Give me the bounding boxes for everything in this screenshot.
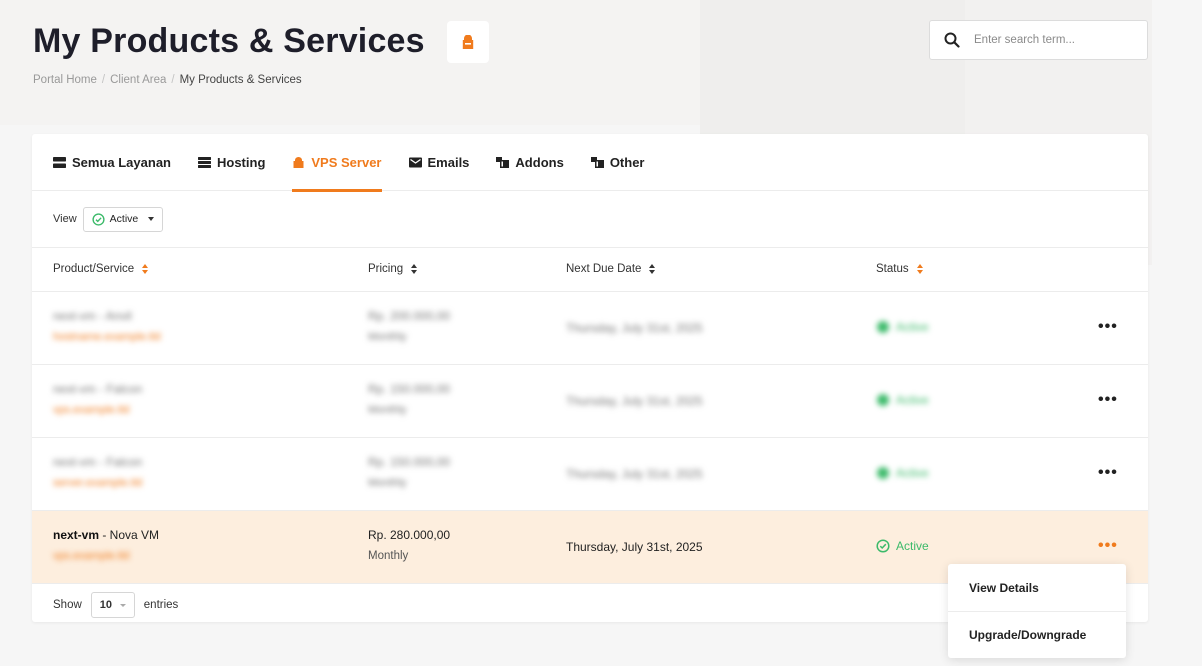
envelope-icon bbox=[408, 157, 422, 167]
row-actions-button[interactable]: ••• bbox=[1098, 318, 1118, 336]
servers-icon bbox=[53, 156, 66, 168]
row-actions-button[interactable]: ••• bbox=[1098, 464, 1118, 482]
server-icon bbox=[198, 156, 211, 168]
breadcrumb-client-area[interactable]: Client Area bbox=[110, 74, 166, 86]
cubes-icon bbox=[496, 156, 510, 168]
view-filter-select[interactable]: Active bbox=[82, 206, 164, 232]
check-circle-icon bbox=[877, 467, 889, 479]
column-header-due-date[interactable]: Next Due Date bbox=[566, 263, 656, 275]
search-icon[interactable] bbox=[944, 32, 960, 48]
breadcrumb-current: My Products & Services bbox=[179, 74, 302, 86]
tab-addons[interactable]: Addons bbox=[496, 134, 564, 191]
menu-item-view-details[interactable]: View Details bbox=[948, 564, 1126, 611]
column-header-status[interactable]: Status bbox=[876, 263, 923, 275]
title-badge bbox=[447, 21, 489, 63]
table-row[interactable]: next-vm - Falcon vps.example.tld Rp. 150… bbox=[32, 365, 1148, 438]
check-circle-icon bbox=[92, 212, 105, 226]
table-row[interactable]: next-vm - Anvil hostname.example.tld Rp.… bbox=[32, 292, 1148, 365]
tab-hosting[interactable]: Hosting bbox=[198, 134, 265, 191]
tab-emails[interactable]: Emails bbox=[408, 134, 469, 191]
column-header-product[interactable]: Product/Service bbox=[53, 263, 149, 275]
product-domain[interactable]: server.example.tld bbox=[53, 477, 142, 489]
billing-cycle: Monthly bbox=[368, 331, 407, 343]
product-domain[interactable]: hostname.example.tld bbox=[53, 331, 161, 343]
tab-other[interactable]: Other bbox=[590, 134, 644, 191]
next-due-date: Thursday, July 31st, 2025 bbox=[566, 394, 703, 408]
menu-item-upgrade-downgrade[interactable]: Upgrade/Downgrade bbox=[948, 611, 1126, 658]
tab-semua-layanan[interactable]: Semua Layanan bbox=[53, 134, 171, 191]
search-input[interactable] bbox=[974, 34, 1134, 46]
status-badge: Active bbox=[876, 393, 929, 407]
billing-cycle: Monthly bbox=[368, 550, 409, 562]
search-box bbox=[929, 20, 1148, 60]
row-actions-button[interactable]: ••• bbox=[1098, 391, 1118, 409]
caret-down-icon bbox=[148, 217, 155, 221]
product-domain[interactable]: vps.example.tld bbox=[53, 550, 129, 562]
billing-cycle: Monthly bbox=[368, 404, 407, 416]
background-shape bbox=[700, 0, 965, 135]
next-due-date: Thursday, July 31st, 2025 bbox=[566, 540, 703, 554]
row-actions-button[interactable]: ••• bbox=[1098, 537, 1118, 555]
view-label: View bbox=[53, 213, 77, 225]
status-badge: Active bbox=[876, 466, 929, 480]
check-circle-icon bbox=[876, 539, 890, 553]
entries-label: entries bbox=[143, 599, 179, 611]
tab-vps-server[interactable]: VPS Server bbox=[292, 134, 382, 192]
table-row[interactable]: next-vm - Falcon server.example.tld Rp. … bbox=[32, 438, 1148, 511]
product-price: Rp. 200.000,00 bbox=[368, 309, 451, 323]
billing-cycle: Monthly bbox=[368, 477, 407, 489]
check-circle-icon bbox=[877, 321, 889, 333]
column-header-pricing[interactable]: Pricing bbox=[368, 263, 418, 275]
table-header: Product/Service Pricing Next Due Date St… bbox=[32, 248, 1148, 292]
sort-icon bbox=[142, 264, 149, 274]
next-due-date: Thursday, July 31st, 2025 bbox=[566, 321, 703, 335]
view-filter-value: Active bbox=[109, 213, 139, 225]
product-price: Rp. 280.000,00 bbox=[368, 528, 451, 542]
sort-icon bbox=[411, 264, 418, 274]
status-badge: Active bbox=[876, 539, 929, 553]
product-price: Rp. 150.000,00 bbox=[368, 382, 451, 396]
sort-icon bbox=[916, 264, 923, 274]
status-badge: Active bbox=[876, 320, 929, 334]
cubes-icon bbox=[590, 156, 604, 168]
product-name: next-vm - Anvil bbox=[53, 309, 132, 323]
background-shape bbox=[0, 0, 700, 125]
product-name: next-vm - Nova VM bbox=[53, 528, 160, 542]
product-price: Rp. 150.000,00 bbox=[368, 455, 451, 469]
product-domain[interactable]: vps.example.tld bbox=[53, 404, 129, 416]
lock-icon bbox=[293, 156, 304, 168]
product-name: next-vm - Falcon bbox=[53, 382, 143, 396]
product-name: next-vm - Falcon bbox=[53, 455, 143, 469]
category-tabs: Semua Layanan Hosting VPS Server Emails … bbox=[32, 134, 1148, 192]
caret-down-icon bbox=[120, 603, 127, 607]
view-filter-row: View Active bbox=[32, 191, 1148, 248]
show-label: Show bbox=[53, 599, 82, 611]
next-due-date: Thursday, July 31st, 2025 bbox=[566, 467, 703, 481]
lock-icon bbox=[462, 35, 474, 49]
page-title: My Products & Services bbox=[33, 22, 425, 60]
check-circle-icon bbox=[877, 394, 889, 406]
breadcrumb: Portal Home / Client Area / My Products & Se… bbox=[33, 74, 302, 86]
row-actions-menu: View Details Upgrade/Downgrade bbox=[948, 564, 1126, 658]
breadcrumb-portal-home[interactable]: Portal Home bbox=[33, 74, 97, 86]
services-card: Semua Layanan Hosting VPS Server Emails … bbox=[32, 134, 1148, 622]
sort-icon bbox=[649, 264, 656, 274]
page-length-select[interactable]: 10 bbox=[90, 592, 135, 618]
